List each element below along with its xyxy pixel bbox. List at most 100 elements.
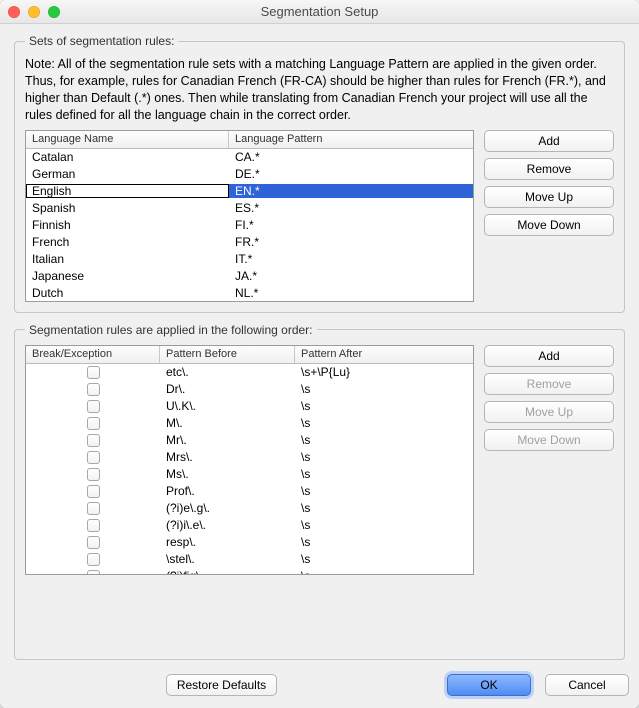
cell-break-exception[interactable]: [26, 467, 160, 481]
table-row[interactable]: SpanishES.*: [26, 200, 473, 217]
break-checkbox[interactable]: [87, 519, 100, 532]
move-down-button[interactable]: Move Down: [484, 214, 614, 236]
cell-language-name[interactable]: French: [26, 235, 229, 249]
cell-language-pattern[interactable]: FI.*: [229, 218, 473, 232]
table-row[interactable]: Ms\.\s: [26, 466, 473, 483]
table-row[interactable]: FinnishFI.*: [26, 217, 473, 234]
move-up-button[interactable]: Move Up: [484, 401, 614, 423]
break-checkbox[interactable]: [87, 451, 100, 464]
rules-table-body[interactable]: etc\.\s+\P{Lu}Dr\.\sU\.K\.\sM\.\sMr\.\sM…: [26, 364, 473, 574]
cell-language-name[interactable]: German: [26, 167, 229, 181]
cell-break-exception[interactable]: [26, 382, 160, 396]
cell-pattern-after[interactable]: \s: [295, 416, 473, 430]
table-row[interactable]: CatalanCA.*: [26, 149, 473, 166]
add-button[interactable]: Add: [484, 130, 614, 152]
cell-break-exception[interactable]: [26, 450, 160, 464]
cell-break-exception[interactable]: [26, 365, 160, 379]
break-checkbox[interactable]: [87, 366, 100, 379]
cell-pattern-before[interactable]: Ms\.: [160, 467, 295, 481]
remove-button[interactable]: Remove: [484, 158, 614, 180]
cell-break-exception[interactable]: [26, 518, 160, 532]
cell-pattern-before[interactable]: Prof\.: [160, 484, 295, 498]
table-row[interactable]: Dr\.\s: [26, 381, 473, 398]
cell-break-exception[interactable]: [26, 433, 160, 447]
cell-language-pattern[interactable]: CA.*: [229, 150, 473, 164]
break-checkbox[interactable]: [87, 570, 100, 573]
cell-pattern-before[interactable]: Mrs\.: [160, 450, 295, 464]
cell-pattern-after[interactable]: \s: [295, 433, 473, 447]
cell-language-pattern[interactable]: IT.*: [229, 252, 473, 266]
cell-pattern-before[interactable]: \stel\.: [160, 552, 295, 566]
table-row[interactable]: M\.\s: [26, 415, 473, 432]
cell-pattern-before[interactable]: (?i)e\.g\.: [160, 501, 295, 515]
cell-break-exception[interactable]: [26, 501, 160, 515]
table-row[interactable]: Mr\.\s: [26, 432, 473, 449]
cell-pattern-after[interactable]: \s: [295, 518, 473, 532]
table-row[interactable]: \stel\.\s: [26, 551, 473, 568]
table-row[interactable]: ItalianIT.*: [26, 251, 473, 268]
cell-language-name[interactable]: Finnish: [26, 218, 229, 232]
rule-sets-table[interactable]: Language Name Language Pattern CatalanCA…: [25, 130, 474, 302]
break-checkbox[interactable]: [87, 417, 100, 430]
break-checkbox[interactable]: [87, 468, 100, 481]
cell-language-name[interactable]: Spanish: [26, 201, 229, 215]
move-up-button[interactable]: Move Up: [484, 186, 614, 208]
col-language-pattern[interactable]: Language Pattern: [229, 131, 473, 148]
break-checkbox[interactable]: [87, 485, 100, 498]
cell-language-pattern[interactable]: EN.*: [229, 184, 473, 198]
cell-pattern-before[interactable]: resp\.: [160, 535, 295, 549]
cell-pattern-before[interactable]: (?i)i\.e\.: [160, 518, 295, 532]
col-pattern-before[interactable]: Pattern Before: [160, 346, 295, 363]
cell-pattern-after[interactable]: \s: [295, 450, 473, 464]
cell-language-name[interactable]: English: [26, 184, 229, 198]
rules-table[interactable]: Break/Exception Pattern Before Pattern A…: [25, 345, 474, 575]
cell-language-name[interactable]: Italian: [26, 252, 229, 266]
cell-pattern-after[interactable]: \s: [295, 501, 473, 515]
break-checkbox[interactable]: [87, 553, 100, 566]
col-break-exception[interactable]: Break/Exception: [26, 346, 160, 363]
cell-language-pattern[interactable]: ES.*: [229, 201, 473, 215]
table-row[interactable]: EnglishEN.*: [26, 183, 473, 200]
cell-pattern-before[interactable]: etc\.: [160, 365, 295, 379]
cell-language-pattern[interactable]: FR.*: [229, 235, 473, 249]
cell-break-exception[interactable]: [26, 399, 160, 413]
restore-defaults-button[interactable]: Restore Defaults: [166, 674, 277, 696]
zoom-icon[interactable]: [48, 6, 60, 18]
cell-pattern-after[interactable]: \s+\P{Lu}: [295, 365, 473, 379]
table-row[interactable]: GermanDE.*: [26, 166, 473, 183]
cell-language-name[interactable]: Catalan: [26, 150, 229, 164]
cell-pattern-before[interactable]: Mr\.: [160, 433, 295, 447]
close-icon[interactable]: [8, 6, 20, 18]
table-row[interactable]: JapaneseJA.*: [26, 268, 473, 285]
remove-button[interactable]: Remove: [484, 373, 614, 395]
break-checkbox[interactable]: [87, 536, 100, 549]
ok-button[interactable]: OK: [447, 674, 531, 696]
move-down-button[interactable]: Move Down: [484, 429, 614, 451]
add-button[interactable]: Add: [484, 345, 614, 367]
break-checkbox[interactable]: [87, 434, 100, 447]
cell-pattern-after[interactable]: \s: [295, 399, 473, 413]
table-row[interactable]: FrenchFR.*: [26, 234, 473, 251]
col-language-name[interactable]: Language Name: [26, 131, 229, 148]
table-row[interactable]: resp\.\s: [26, 534, 473, 551]
cell-break-exception[interactable]: [26, 416, 160, 430]
table-row[interactable]: DutchNL.*: [26, 285, 473, 301]
col-pattern-after[interactable]: Pattern After: [295, 346, 473, 363]
cell-language-name[interactable]: Japanese: [26, 269, 229, 283]
cell-pattern-before[interactable]: (?i)fig\.: [160, 569, 295, 574]
table-row[interactable]: (?i)e\.g\.\s: [26, 500, 473, 517]
cell-pattern-after[interactable]: \s: [295, 467, 473, 481]
cell-pattern-before[interactable]: U\.K\.: [160, 399, 295, 413]
cancel-button[interactable]: Cancel: [545, 674, 629, 696]
table-row[interactable]: (?i)i\.e\.\s: [26, 517, 473, 534]
cell-language-pattern[interactable]: JA.*: [229, 269, 473, 283]
cell-pattern-after[interactable]: \s: [295, 569, 473, 574]
cell-language-pattern[interactable]: NL.*: [229, 286, 473, 300]
cell-break-exception[interactable]: [26, 484, 160, 498]
cell-language-name[interactable]: Dutch: [26, 286, 229, 300]
minimize-icon[interactable]: [28, 6, 40, 18]
cell-pattern-before[interactable]: Dr\.: [160, 382, 295, 396]
break-checkbox[interactable]: [87, 383, 100, 396]
cell-break-exception[interactable]: [26, 552, 160, 566]
cell-break-exception[interactable]: [26, 535, 160, 549]
